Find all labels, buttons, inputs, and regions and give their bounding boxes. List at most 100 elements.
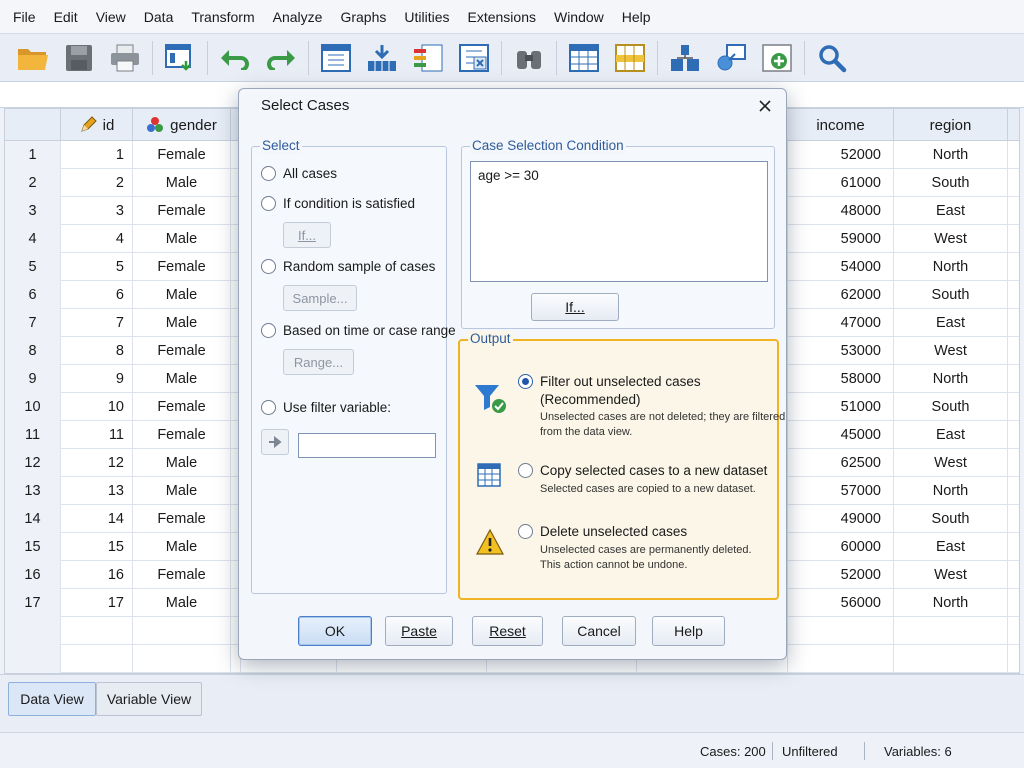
- cell-id[interactable]: 15: [61, 533, 133, 561]
- search-icon[interactable]: [813, 39, 851, 77]
- cell-gender[interactable]: Male: [133, 477, 231, 505]
- radio-filter-out[interactable]: Filter out unselected cases: [518, 374, 701, 389]
- cell-income[interactable]: 51000: [788, 393, 894, 421]
- cell-id[interactable]: 16: [61, 561, 133, 589]
- cell-id[interactable]: 17: [61, 589, 133, 617]
- cell-income[interactable]: 53000: [788, 337, 894, 365]
- cell-id[interactable]: 7: [61, 309, 133, 337]
- cell-gender[interactable]: Male: [133, 449, 231, 477]
- cell-id[interactable]: 13: [61, 477, 133, 505]
- find-icon[interactable]: [510, 39, 548, 77]
- cell-gender[interactable]: [133, 617, 231, 645]
- cell-income[interactable]: 59000: [788, 225, 894, 253]
- cell-income[interactable]: 57000: [788, 477, 894, 505]
- cell-gender[interactable]: Male: [133, 533, 231, 561]
- condition-if-button[interactable]: If...: [531, 293, 619, 321]
- cell-region[interactable]: North: [894, 477, 1008, 505]
- cell-income[interactable]: 47000: [788, 309, 894, 337]
- cell-id[interactable]: 14: [61, 505, 133, 533]
- menu-view[interactable]: View: [87, 0, 135, 34]
- cell-gender[interactable]: Male: [133, 365, 231, 393]
- radio-button-selected[interactable]: [518, 374, 533, 389]
- radio-filter-variable[interactable]: Use filter variable:: [261, 400, 391, 415]
- cell-region[interactable]: North: [894, 253, 1008, 281]
- cell-id[interactable]: 2: [61, 169, 133, 197]
- radio-if-condition[interactable]: If condition is satisfied: [261, 196, 415, 211]
- cell-gender[interactable]: Male: [133, 169, 231, 197]
- column-header-id[interactable]: id: [61, 109, 133, 141]
- cell-id[interactable]: 4: [61, 225, 133, 253]
- tab-variable-view[interactable]: Variable View: [96, 682, 202, 716]
- cell-id[interactable]: 6: [61, 281, 133, 309]
- goto-case-icon[interactable]: [317, 39, 355, 77]
- reset-button[interactable]: Reset: [472, 616, 543, 646]
- cell-id[interactable]: [61, 617, 133, 645]
- cell-id[interactable]: [61, 645, 133, 673]
- column-header-income[interactable]: income: [788, 109, 894, 141]
- radio-time-range[interactable]: Based on time or case range: [261, 323, 456, 338]
- cell-income[interactable]: 54000: [788, 253, 894, 281]
- cell-region[interactable]: [894, 617, 1008, 645]
- cell-id[interactable]: 10: [61, 393, 133, 421]
- weight-cases-icon[interactable]: [712, 39, 750, 77]
- help-button[interactable]: Help: [652, 616, 725, 646]
- dialog-recall-icon[interactable]: [161, 39, 199, 77]
- cell-gender[interactable]: Male: [133, 589, 231, 617]
- cell-income[interactable]: 62000: [788, 281, 894, 309]
- cell-gender[interactable]: Male: [133, 281, 231, 309]
- cell-gender[interactable]: Female: [133, 337, 231, 365]
- cell-region[interactable]: North: [894, 365, 1008, 393]
- cell-gender[interactable]: [133, 645, 231, 673]
- condition-textarea[interactable]: age >= 30: [470, 161, 768, 282]
- menu-graphs[interactable]: Graphs: [331, 0, 395, 34]
- radio-button[interactable]: [261, 196, 276, 211]
- cell-region[interactable]: South: [894, 393, 1008, 421]
- cancel-button[interactable]: Cancel: [562, 616, 636, 646]
- cell-gender[interactable]: Female: [133, 393, 231, 421]
- tab-data-view[interactable]: Data View: [8, 682, 96, 716]
- cell-gender[interactable]: Female: [133, 561, 231, 589]
- radio-random-sample[interactable]: Random sample of cases: [261, 259, 435, 274]
- cell-gender[interactable]: Female: [133, 197, 231, 225]
- cell-gender[interactable]: Male: [133, 225, 231, 253]
- cell-income[interactable]: 56000: [788, 589, 894, 617]
- cell-income[interactable]: 60000: [788, 533, 894, 561]
- run-descriptives-icon[interactable]: [455, 39, 493, 77]
- cell-id[interactable]: 12: [61, 449, 133, 477]
- menu-analyze[interactable]: Analyze: [264, 0, 332, 34]
- split-file-icon[interactable]: [666, 39, 704, 77]
- paste-button[interactable]: Paste: [385, 616, 453, 646]
- if-button-disabled[interactable]: If...: [283, 222, 331, 248]
- cell-income[interactable]: 58000: [788, 365, 894, 393]
- cell-gender[interactable]: Female: [133, 141, 231, 169]
- radio-button[interactable]: [261, 400, 276, 415]
- cell-gender[interactable]: Male: [133, 309, 231, 337]
- cell-income[interactable]: [788, 645, 894, 673]
- menu-file[interactable]: File: [4, 0, 45, 34]
- radio-copy-dataset[interactable]: Copy selected cases to a new dataset: [518, 463, 767, 478]
- cell-id[interactable]: 8: [61, 337, 133, 365]
- cell-region[interactable]: East: [894, 197, 1008, 225]
- cell-id[interactable]: 5: [61, 253, 133, 281]
- cell-region[interactable]: South: [894, 505, 1008, 533]
- cell-region[interactable]: North: [894, 589, 1008, 617]
- cell-region[interactable]: West: [894, 337, 1008, 365]
- menu-utilities[interactable]: Utilities: [395, 0, 458, 34]
- cell-region[interactable]: East: [894, 533, 1008, 561]
- filter-variable-field[interactable]: [298, 433, 436, 458]
- cell-region[interactable]: East: [894, 421, 1008, 449]
- range-button-disabled[interactable]: Range...: [283, 349, 354, 375]
- sample-button-disabled[interactable]: Sample...: [283, 285, 357, 311]
- cell-income[interactable]: 62500: [788, 449, 894, 477]
- cell-income[interactable]: 45000: [788, 421, 894, 449]
- menu-extensions[interactable]: Extensions: [459, 0, 545, 34]
- cell-income[interactable]: 49000: [788, 505, 894, 533]
- menu-edit[interactable]: Edit: [45, 0, 87, 34]
- column-header-region[interactable]: region: [894, 109, 1008, 141]
- radio-button[interactable]: [261, 259, 276, 274]
- goto-variable-icon[interactable]: [363, 39, 401, 77]
- cell-region[interactable]: West: [894, 449, 1008, 477]
- cell-region[interactable]: West: [894, 225, 1008, 253]
- cell-region[interactable]: North: [894, 141, 1008, 169]
- menu-help[interactable]: Help: [613, 0, 660, 34]
